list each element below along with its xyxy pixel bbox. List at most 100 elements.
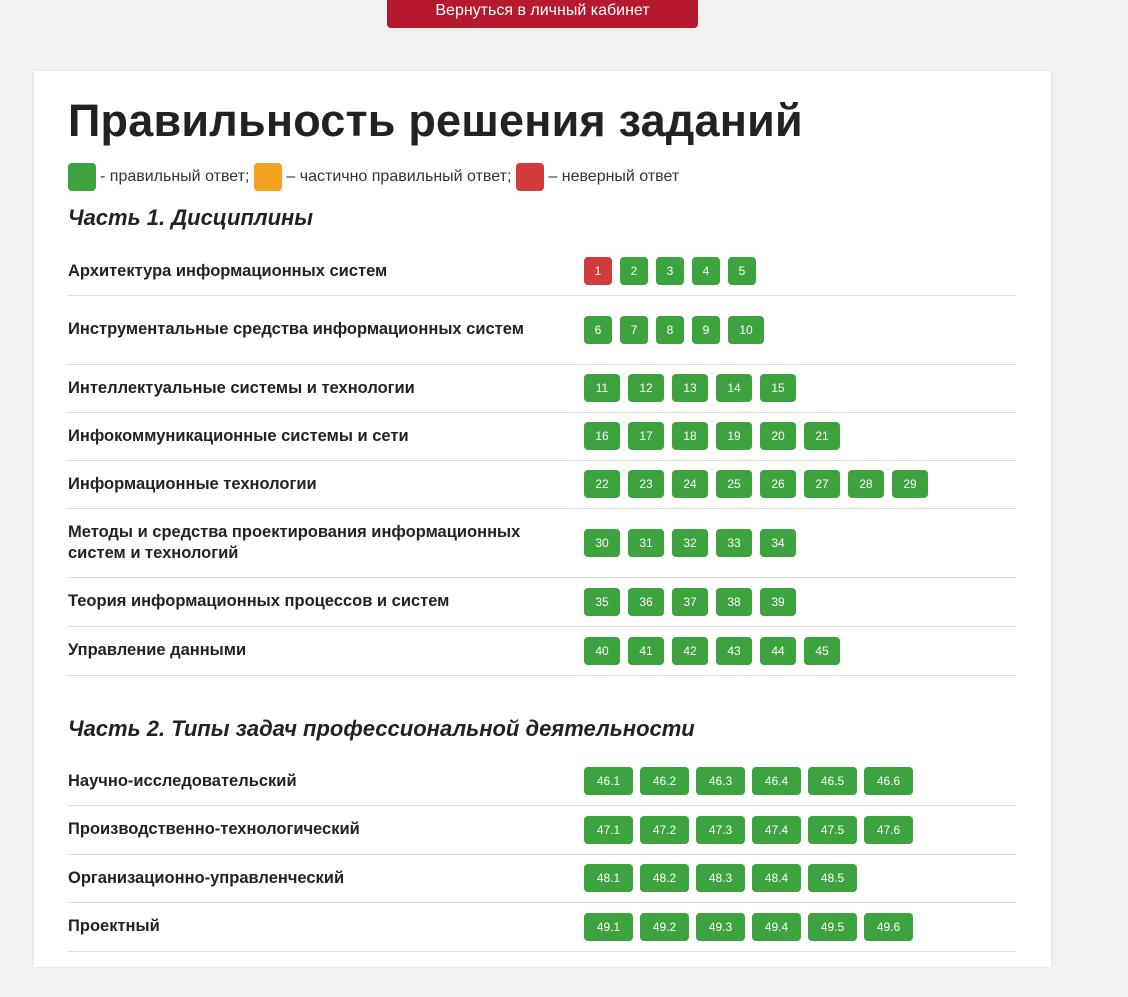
task-badge-37[interactable]: 37 [672,587,708,616]
back-to-cabinet-button[interactable]: Вернуться в личный кабинет [387,0,698,28]
task-badge-46.3[interactable]: 46.3 [696,767,745,795]
task-badge-7[interactable]: 7 [620,315,648,344]
task-badge-38[interactable]: 38 [716,587,752,616]
task-badge-23[interactable]: 23 [628,470,664,498]
task-badges: 22 23 24 25 26 27 28 29 [584,460,936,508]
table-row: Методы и средства проектирования информа… [68,508,1016,578]
task-badge-46.6[interactable]: 46.6 [864,767,913,795]
task-badge-5[interactable]: 5 [728,257,756,285]
task-badges: 47.1 47.2 47.3 47.4 47.5 47.6 [584,805,920,854]
task-badge-28[interactable]: 28 [848,470,884,498]
task-badge-48.3[interactable]: 48.3 [696,864,745,892]
task-badge-29[interactable]: 29 [892,470,928,498]
row-label: Инструментальные средства информационных… [68,320,524,338]
table-row: Инфокоммуникационные системы и сети 16 17 1… [68,412,1016,461]
table-row: Проектный 49.1 49.2 49.3 49.4 49.5 49.6 [68,902,1016,952]
task-badge-48.5[interactable]: 48.5 [808,864,857,892]
task-badge-12[interactable]: 12 [628,374,664,402]
task-badge-49.5[interactable]: 49.5 [808,912,857,941]
table-row: Архитектура информационных систем 1 2 3 4 5 [68,247,1016,296]
results-card: Правильность решения заданий - правильны… [34,71,1051,967]
task-badge-13[interactable]: 13 [672,374,708,402]
task-badge-49.2[interactable]: 49.2 [640,912,689,941]
task-badge-21[interactable]: 21 [804,422,840,450]
task-badge-36[interactable]: 36 [628,587,664,616]
task-badge-6[interactable]: 6 [584,315,612,344]
task-badge-47.4[interactable]: 47.4 [752,815,801,844]
legend: - правильный ответ; – частично правильны… [68,162,684,192]
task-badge-17[interactable]: 17 [628,422,664,450]
task-badges: 35 36 37 38 39 [584,577,804,626]
task-badge-46.5[interactable]: 46.5 [808,767,857,795]
task-badge-10[interactable]: 10 [728,315,764,344]
task-badge-34[interactable]: 34 [760,528,796,557]
table-row: Производственно-технологический 47.1 47.2 4… [68,805,1016,855]
task-badge-46.1[interactable]: 46.1 [584,767,633,795]
table-row: Инструментальные средства информационных… [68,295,1016,365]
task-badge-2[interactable]: 2 [620,257,648,285]
task-badge-45[interactable]: 45 [804,636,840,665]
task-badge-39[interactable]: 39 [760,587,796,616]
task-badge-41[interactable]: 41 [628,636,664,665]
task-badge-35[interactable]: 35 [584,587,620,616]
task-badge-48.1[interactable]: 48.1 [584,864,633,892]
legend-wrong-label: – неверный ответ [548,168,680,185]
task-badge-9[interactable]: 9 [692,315,720,344]
task-badge-25[interactable]: 25 [716,470,752,498]
task-badge-26[interactable]: 26 [760,470,796,498]
row-label: Архитектура информационных систем [68,261,388,280]
row-label: Проектный [68,917,160,935]
task-badge-47.1[interactable]: 47.1 [584,815,633,844]
task-badge-3[interactable]: 3 [656,257,684,285]
row-label: Интеллектуальные системы и технологии [68,378,415,397]
legend-wrong-swatch [516,163,545,191]
part1-title: Часть 1. Дисциплины [68,205,314,230]
task-badge-8[interactable]: 8 [656,315,684,344]
task-badge-33[interactable]: 33 [716,528,752,557]
task-badge-49.6[interactable]: 49.6 [864,912,913,941]
task-badge-19[interactable]: 19 [716,422,752,450]
task-badges: 49.1 49.2 49.3 49.4 49.5 49.6 [584,902,920,951]
row-label: Производственно-технологический [68,820,360,838]
task-badge-14[interactable]: 14 [716,374,752,402]
task-badge-15[interactable]: 15 [760,374,796,402]
task-badge-4[interactable]: 4 [692,257,720,285]
task-badges: 6 7 8 9 10 [584,295,772,364]
task-badge-48.4[interactable]: 48.4 [752,864,801,892]
task-badge-20[interactable]: 20 [760,422,796,450]
task-badge-42[interactable]: 42 [672,636,708,665]
task-badge-40[interactable]: 40 [584,636,620,665]
task-badge-48.2[interactable]: 48.2 [640,864,689,892]
task-badge-32[interactable]: 32 [672,528,708,557]
table-row: Организационно-управленческий 48.1 48.2 48.… [68,854,1016,903]
task-badge-18[interactable]: 18 [672,422,708,450]
task-badge-47.2[interactable]: 47.2 [640,815,689,844]
task-badges: 12345 [584,247,764,295]
task-badges: 40 41 42 43 44 45 [584,626,848,675]
task-badge-47.6[interactable]: 47.6 [864,815,913,844]
row-label: Организационно-управленческий [68,868,345,887]
task-badge-11[interactable]: 11 [584,374,620,402]
table-row: Научно-исследовательский 46.1 46.2 46.3 46.4… [68,757,1016,806]
table-row: Интеллектуальные системы и технологии 11 1… [68,364,1016,413]
task-badge-31[interactable]: 31 [628,528,664,557]
task-badge-47.5[interactable]: 47.5 [808,815,857,844]
task-badge-24[interactable]: 24 [672,470,708,498]
task-badge-22[interactable]: 22 [584,470,620,498]
task-badge-49.3[interactable]: 49.3 [696,912,745,941]
row-label: Научно-исследовательский [68,771,297,790]
task-badge-16[interactable]: 16 [584,422,620,450]
task-badge-43[interactable]: 43 [716,636,752,665]
task-badge-1[interactable]: 1 [584,257,612,285]
task-badges: 16 17 18 19 20 21 [584,412,848,460]
task-badges: 48.1 48.2 48.3 48.4 48.5 [584,854,864,902]
task-badge-27[interactable]: 27 [804,470,840,498]
task-badge-44[interactable]: 44 [760,636,796,665]
task-badge-46.4[interactable]: 46.4 [752,767,801,795]
task-badge-30[interactable]: 30 [584,528,620,557]
task-badge-49.1[interactable]: 49.1 [584,912,633,941]
task-badges: 11 12 13 14 15 [584,364,804,412]
task-badge-46.2[interactable]: 46.2 [640,767,689,795]
task-badge-47.3[interactable]: 47.3 [696,815,745,844]
task-badge-49.4[interactable]: 49.4 [752,912,801,941]
